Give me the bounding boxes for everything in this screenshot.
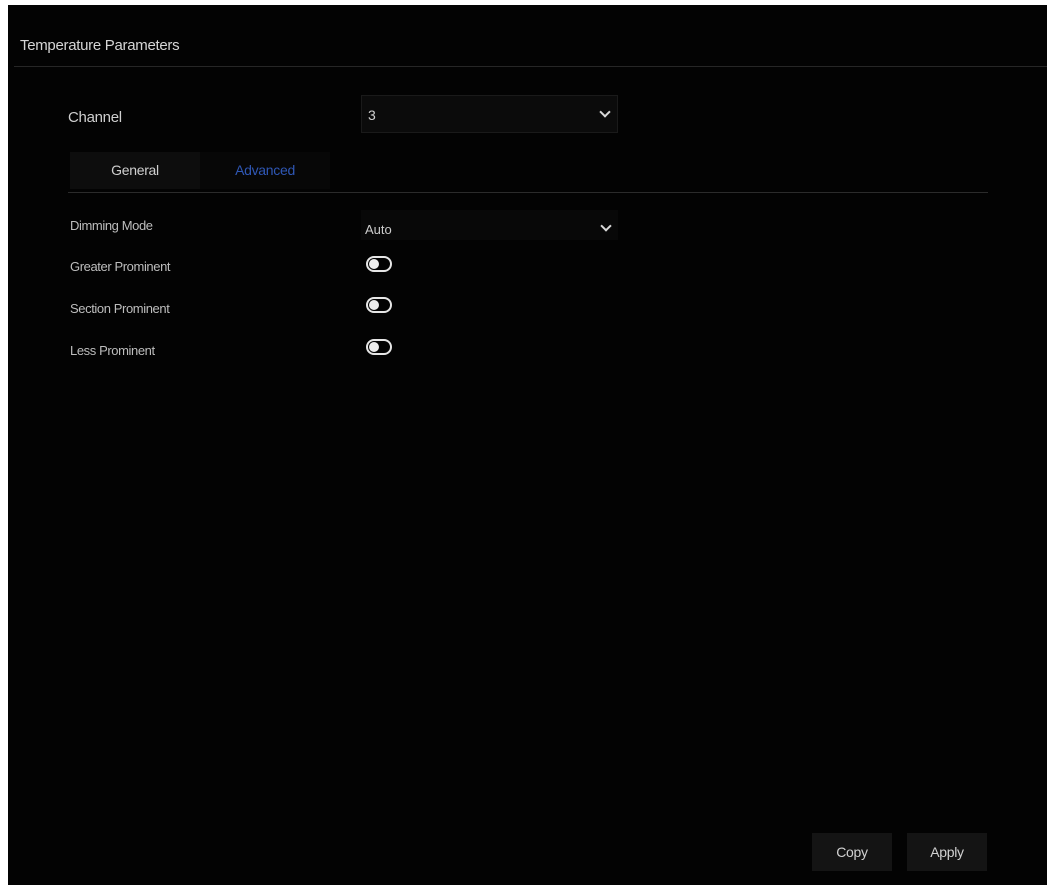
greater-prominent-label: Greater Prominent (70, 259, 171, 274)
toggle-knob (369, 259, 379, 269)
toggle-knob (369, 300, 379, 310)
apply-button[interactable]: Apply (907, 833, 987, 871)
chevron-down-icon (599, 106, 611, 118)
channel-select[interactable]: 3 (361, 95, 618, 133)
tab-advanced[interactable]: Advanced (200, 152, 330, 189)
dimming-mode-label: Dimming Mode (70, 218, 153, 233)
less-prominent-label: Less Prominent (70, 343, 155, 358)
page-title: Temperature Parameters (20, 37, 180, 54)
dimming-mode-select[interactable]: Auto (361, 210, 618, 240)
greater-prominent-toggle[interactable] (366, 256, 392, 272)
toggle-knob (369, 342, 379, 352)
channel-label: Channel (68, 109, 122, 126)
title-divider (14, 66, 1047, 67)
section-prominent-toggle[interactable] (366, 297, 392, 313)
channel-value: 3 (368, 107, 376, 123)
copy-button[interactable]: Copy (812, 833, 892, 871)
dimming-mode-value: Auto (365, 222, 392, 237)
chevron-down-icon (600, 220, 612, 232)
tab-general[interactable]: General (70, 152, 200, 189)
less-prominent-toggle[interactable] (366, 339, 392, 355)
temperature-parameters-panel: Temperature Parameters Channel 3 General… (8, 5, 1047, 885)
section-prominent-label: Section Prominent (70, 301, 170, 316)
tabs-divider (68, 192, 988, 193)
